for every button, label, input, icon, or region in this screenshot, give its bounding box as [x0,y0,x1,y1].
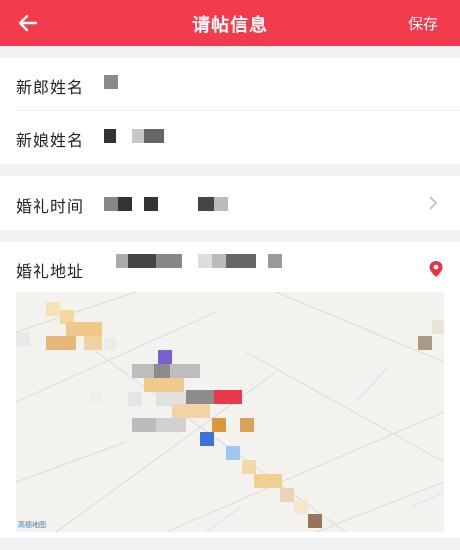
location-map[interactable]: 高德地图 [16,292,444,532]
names-card: 新郎姓名 新娘姓名 [0,58,460,164]
location-pin-icon[interactable] [428,260,444,278]
wedding-address-value [116,254,282,268]
wedding-time-row[interactable]: 婚礼时间 [0,177,460,229]
wedding-time-value [104,197,254,211]
time-card: 婚礼时间 [0,176,460,230]
map-logo: 高德地图 [18,521,46,529]
wedding-address-row[interactable]: 婚礼地址 [0,242,460,294]
bride-name-row[interactable]: 新娘姓名 [0,111,460,163]
bride-name-label: 新娘姓名 [16,131,85,150]
groom-name-row[interactable]: 新郎姓名 [0,58,460,110]
wedding-address-label: 婚礼地址 [16,262,85,281]
groom-name-value[interactable] [104,75,118,89]
chevron-right-icon [429,196,438,210]
top-bar: 请帖信息 保存 [0,0,460,46]
save-button[interactable]: 保存 [408,13,438,34]
bride-name-value[interactable] [104,129,164,143]
page-title: 请帖信息 [192,15,268,36]
wedding-time-label: 婚礼时间 [16,197,85,216]
groom-name-label: 新郎姓名 [16,78,85,97]
address-card: 婚礼地址 高德地图 [0,242,460,538]
map-graphic [16,292,444,532]
